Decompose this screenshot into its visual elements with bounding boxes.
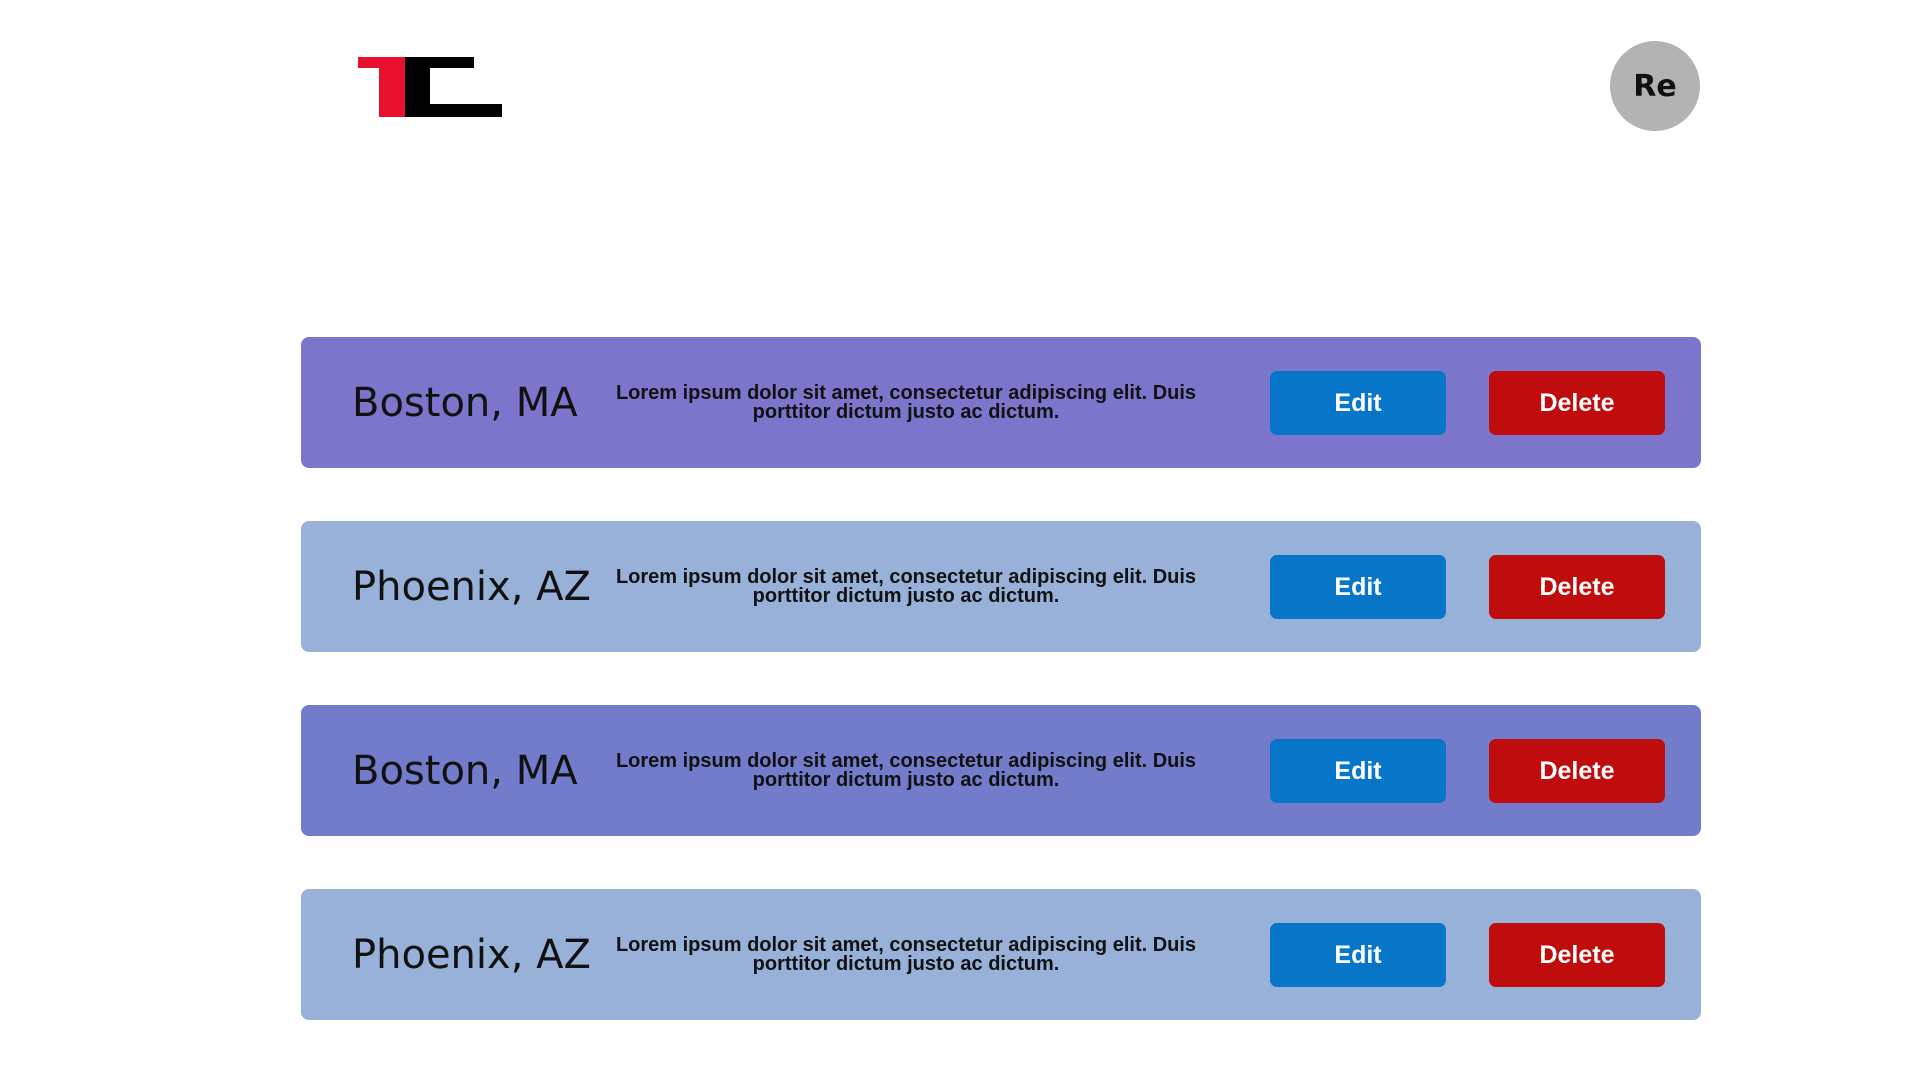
logo-overlap: [402, 57, 405, 117]
edit-button[interactable]: Edit: [1270, 555, 1446, 619]
location-list: Boston, MA Lorem ipsum dolor sit amet, c…: [301, 337, 1701, 1073]
location-card: Boston, MA Lorem ipsum dolor sit amet, c…: [301, 337, 1701, 468]
logo-t-stem: [379, 57, 402, 117]
delete-button[interactable]: Delete: [1489, 555, 1665, 619]
edit-button[interactable]: Edit: [1270, 739, 1446, 803]
delete-button[interactable]: Delete: [1489, 923, 1665, 987]
location-city: Boston, MA: [352, 747, 578, 794]
location-city: Phoenix, AZ: [352, 931, 591, 978]
location-description: Lorem ipsum dolor sit amet, consectetur …: [615, 749, 1197, 791]
delete-button[interactable]: Delete: [1489, 739, 1665, 803]
location-description: Lorem ipsum dolor sit amet, consectetur …: [615, 565, 1197, 607]
avatar-initials: Re: [1633, 68, 1677, 104]
location-card: Boston, MA Lorem ipsum dolor sit amet, c…: [301, 705, 1701, 836]
location-city: Boston, MA: [352, 379, 578, 426]
logo-e-gap: [430, 80, 502, 92]
delete-button[interactable]: Delete: [1489, 371, 1665, 435]
user-avatar[interactable]: Re: [1610, 41, 1700, 131]
location-city: Phoenix, AZ: [352, 563, 591, 610]
location-card: Phoenix, AZ Lorem ipsum dolor sit amet, …: [301, 521, 1701, 652]
edit-button[interactable]: Edit: [1270, 923, 1446, 987]
te-logo[interactable]: [358, 57, 502, 117]
location-card: Phoenix, AZ Lorem ipsum dolor sit amet, …: [301, 889, 1701, 1020]
logo-e-bottom: [402, 104, 502, 117]
logo-e-top: [402, 57, 474, 68]
app-root: Re Boston, MA Lorem ipsum dolor sit amet…: [0, 0, 1920, 1080]
location-description: Lorem ipsum dolor sit amet, consectetur …: [615, 933, 1197, 975]
location-description: Lorem ipsum dolor sit amet, consectetur …: [615, 381, 1197, 423]
edit-button[interactable]: Edit: [1270, 371, 1446, 435]
